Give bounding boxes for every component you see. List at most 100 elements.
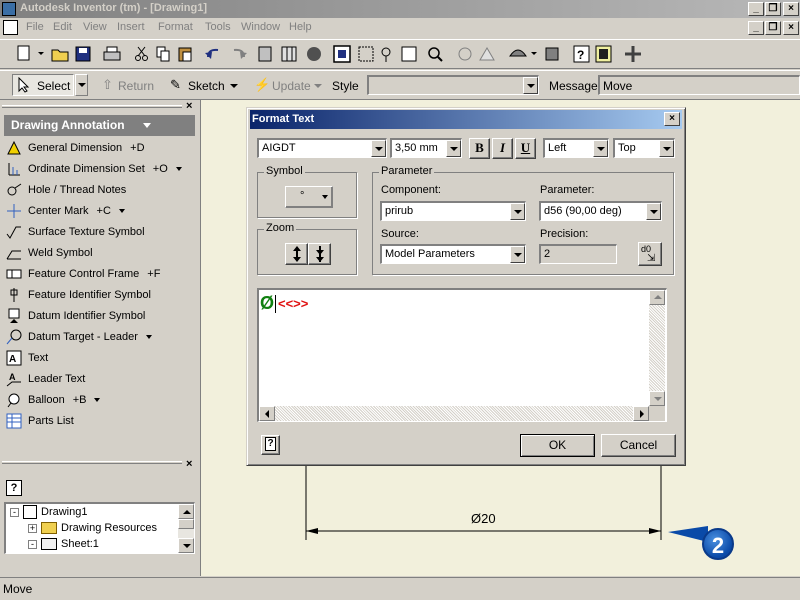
select-dropdown-button[interactable] — [75, 74, 88, 96]
menu-window[interactable]: Window — [241, 21, 280, 33]
svg-text:A: A — [9, 372, 16, 382]
panel-item-surface-texture-symbol[interactable]: Surface Texture Symbol — [6, 222, 145, 242]
panel-item-ordinate-dimension-set[interactable]: Ordinate Dimension Set +O — [6, 159, 182, 179]
dialog-title-bar[interactable]: Format Text × — [250, 110, 682, 129]
parameter-dropdown-icon[interactable] — [646, 203, 661, 220]
style-dropdown-icon[interactable] — [523, 77, 538, 94]
zoom-in-button[interactable] — [285, 243, 308, 265]
select-button[interactable]: Select — [12, 74, 74, 96]
underline-button[interactable]: U — [515, 138, 536, 159]
panel-grip[interactable] — [2, 105, 182, 108]
panel-item-weld-symbol[interactable]: Weld Symbol — [6, 243, 93, 263]
text-horizontal-scrollbar[interactable] — [259, 406, 649, 421]
document-icon[interactable] — [3, 20, 18, 35]
horizontal-align-select[interactable]: Left — [543, 138, 609, 158]
tree-item-drawing1[interactable]: - Drawing1 — [10, 504, 87, 520]
panel-item-text[interactable]: A Text — [6, 348, 48, 368]
panel-item-datum-identifier-symbol[interactable]: Datum Identifier Symbol — [6, 306, 145, 326]
menu-insert[interactable]: Insert — [117, 21, 145, 33]
menu-tools[interactable]: Tools — [205, 21, 231, 33]
return-button[interactable]: ⇧ Return — [100, 74, 156, 96]
doc-close-button[interactable]: × — [783, 21, 799, 35]
return-arrow-icon: ⇧ — [102, 77, 113, 92]
browser-grip[interactable] — [2, 461, 182, 464]
text-vertical-scrollbar[interactable] — [649, 290, 665, 406]
menu-format[interactable]: Format — [158, 21, 193, 33]
sketch-button[interactable]: ✎ Sketch — [168, 74, 240, 96]
doc-minimize-button[interactable]: _ — [748, 21, 764, 35]
size-select[interactable]: 3,50 mm — [390, 138, 462, 158]
parameter-group-label: Parameter — [379, 165, 435, 177]
component-select[interactable]: prirub — [380, 201, 526, 221]
text-scroll-right-button[interactable] — [633, 406, 649, 421]
chevron-down-icon[interactable] — [118, 209, 125, 213]
menu-file[interactable]: File — [26, 21, 44, 33]
tree-expander[interactable]: - — [28, 539, 37, 549]
panel-close-icon[interactable]: × — [186, 100, 192, 112]
source-dropdown-icon[interactable] — [510, 246, 525, 263]
size-dropdown-icon[interactable] — [446, 140, 461, 157]
text-scroll-down-button[interactable] — [649, 391, 665, 406]
insert-parameter-button[interactable]: d0 ⇲ — [638, 242, 662, 266]
style-select[interactable] — [367, 75, 539, 95]
panel-title-bar[interactable]: Drawing Annotation — [4, 115, 195, 136]
source-label: Source: — [381, 228, 419, 240]
source-select[interactable]: Model Parameters — [380, 244, 526, 264]
horizontal-align-dropdown-icon[interactable] — [593, 140, 608, 157]
zoom-out-button[interactable] — [308, 243, 331, 265]
panel-item-leader-text[interactable]: A Leader Text — [6, 369, 85, 389]
panel-item-parts-list[interactable]: Parts List — [6, 411, 74, 431]
chevron-down-icon[interactable] — [145, 335, 152, 339]
menu-view[interactable]: View — [83, 21, 107, 33]
precision-select[interactable]: 2 — [539, 244, 617, 264]
component-dropdown-icon[interactable] — [510, 203, 525, 220]
text-edit-area[interactable]: Ø <<>> — [257, 288, 667, 422]
text-scroll-left-button[interactable] — [259, 406, 275, 421]
italic-button[interactable]: I — [492, 138, 513, 159]
browser-help-button[interactable]: ? — [6, 480, 22, 496]
print-icon — [103, 46, 121, 61]
font-dropdown-icon[interactable] — [371, 140, 386, 157]
minimize-button[interactable]: _ — [748, 2, 764, 16]
browser-scrollbar[interactable] — [178, 504, 194, 553]
scroll-up-button[interactable] — [178, 504, 194, 519]
tree-item-drawing-resources[interactable]: + Drawing Resources — [28, 520, 157, 536]
chevron-down-icon[interactable] — [94, 398, 101, 402]
tree-item-label: Drawing1 — [41, 506, 88, 518]
panel-item-balloon[interactable]: Balloon +B — [6, 390, 101, 410]
panel-item-feature-identifier-symbol[interactable]: Feature Identifier Symbol — [6, 285, 151, 305]
general-dimension-icon — [7, 140, 21, 155]
chevron-down-icon[interactable] — [175, 167, 182, 171]
menu-help[interactable]: Help — [289, 21, 312, 33]
browser-close-icon[interactable]: × — [186, 458, 192, 470]
panel-item-general-dimension[interactable]: General Dimension +D — [6, 138, 145, 158]
panel-item-feature-control-frame[interactable]: Feature Control Frame +F — [6, 264, 160, 284]
font-select[interactable]: AIGDT — [257, 138, 387, 158]
bold-button[interactable]: B — [469, 138, 490, 159]
tree-expander[interactable]: + — [28, 523, 37, 533]
scroll-thumb[interactable] — [178, 519, 194, 529]
panel-item-hole-thread-notes[interactable]: Hole / Thread Notes — [6, 180, 126, 200]
tree-expander[interactable]: - — [10, 507, 19, 517]
browser-pane: × ? - Drawing1 + Drawing Resources - She… — [0, 456, 200, 576]
dimension-text[interactable]: Ø20 — [471, 511, 496, 526]
ok-button[interactable]: OK — [520, 434, 595, 457]
dialog-help-button[interactable]: ? — [261, 435, 280, 455]
tree-item-sheet1[interactable]: - Sheet:1 — [28, 536, 99, 552]
panel-item-center-mark[interactable]: Center Mark +C — [6, 201, 125, 221]
text-scroll-up-button[interactable] — [649, 290, 665, 305]
dialog-close-button[interactable]: × — [664, 112, 680, 126]
parameter-select[interactable]: d56 (90,00 deg) — [539, 201, 662, 221]
vertical-align-dropdown-icon[interactable] — [659, 140, 674, 157]
doc-restore-button[interactable]: ❐ — [765, 21, 781, 35]
close-button[interactable]: × — [783, 2, 799, 16]
cancel-button[interactable]: Cancel — [601, 434, 676, 457]
menu-edit[interactable]: Edit — [53, 21, 72, 33]
panel-item-label: Hole / Thread Notes — [28, 184, 127, 196]
panel-item-datum-target-leader[interactable]: Datum Target - Leader — [6, 327, 152, 347]
update-button[interactable]: ⚡ Update — [252, 74, 324, 96]
symbol-select[interactable]: ° — [285, 186, 333, 208]
scroll-down-button[interactable] — [178, 538, 194, 553]
vertical-align-select[interactable]: Top — [613, 138, 675, 158]
restore-button[interactable]: ❐ — [765, 2, 781, 16]
